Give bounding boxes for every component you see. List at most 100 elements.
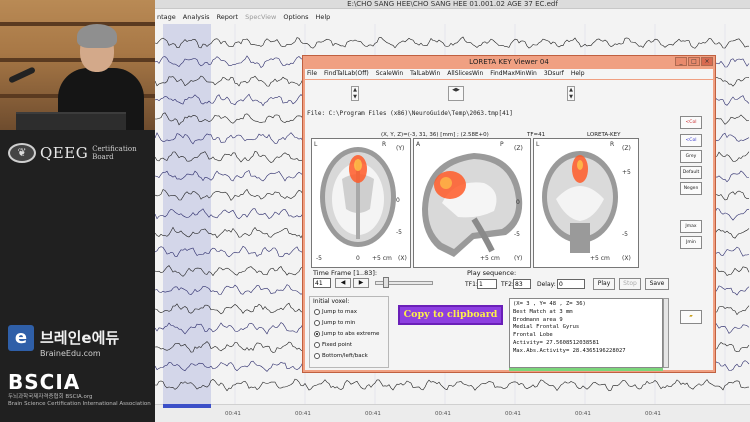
info-hscrollbar[interactable]	[509, 368, 663, 371]
loreta-menu-item[interactable]: 3Dsurf	[544, 69, 564, 79]
loreta-menu-item[interactable]: Help	[571, 69, 585, 79]
coronal-view[interactable]: L R (Z) +5 -5 +5 cm (X)	[533, 138, 639, 268]
loreta-menu-item[interactable]: TalLabWin	[410, 69, 440, 79]
tf1-input[interactable]: 1	[477, 279, 497, 289]
brainedu-e-icon: e	[8, 325, 34, 351]
sagittal-label-zero: 0	[516, 199, 520, 206]
brainedu-url: BraineEdu.com	[40, 349, 101, 358]
side-button[interactable]: Jmax	[680, 220, 702, 233]
eeg-menu-item[interactable]: SpecView	[245, 12, 276, 23]
info-line: Medial Frontal Gyrus	[513, 324, 580, 331]
coronal-label-x: (X)	[622, 255, 631, 262]
radio-label: Jump to min	[322, 320, 356, 326]
eeg-menu-item[interactable]: Analysis	[183, 12, 210, 23]
radio-label: Jump to max	[322, 309, 357, 315]
delay-input[interactable]: 0	[557, 279, 585, 289]
info-line: Frontal Lobe	[513, 332, 553, 339]
eeg-channel-trace	[155, 36, 749, 49]
axial-view[interactable]: L R (Y) 0 -5 -5 0 +5 cm (X)	[311, 138, 411, 268]
info-line: Activity= 27.5608512038581	[513, 339, 600, 346]
coronal-label-z: (Z)	[622, 145, 631, 152]
sagittal-label-a: A	[416, 141, 421, 148]
info-line: Brodmann area 9	[513, 316, 563, 323]
loreta-menu-item[interactable]: AllSlicesWin	[447, 69, 483, 79]
bscia-sub-en: Brain Science Certification Internationa…	[8, 401, 151, 407]
microphone-icon	[8, 66, 36, 84]
axial-label-scale: +5 cm	[372, 255, 392, 262]
brainedu-kr: 브레인e에듀	[40, 329, 120, 347]
radio-label: Jump to abs extreme	[322, 331, 380, 337]
minimize-button[interactable]: _	[675, 57, 687, 66]
sagittal-label-y: (Y)	[514, 255, 523, 262]
eeg-menu-item[interactable]: ntage	[157, 12, 176, 23]
sagittal-label-z: (Z)	[514, 145, 523, 152]
time-tick-label: 00:41	[365, 411, 381, 417]
speaker-video	[0, 0, 155, 130]
bscia-sub-kr: 두뇌과학국제자격증협회 BSCIA.org	[8, 394, 93, 400]
side-button[interactable]: <Col	[680, 116, 702, 129]
initial-voxel-radio[interactable]: Fixed point	[314, 342, 352, 348]
tf2-input[interactable]: 83	[513, 279, 531, 289]
time-frame-next-button[interactable]: ▶	[353, 278, 369, 288]
info-scrollbar[interactable]	[663, 298, 669, 368]
play-button[interactable]: Play	[593, 278, 615, 290]
speaker-hair	[77, 24, 117, 48]
side-button[interactable]: Negen	[680, 182, 702, 195]
folder-icon[interactable]: ▰	[680, 310, 702, 324]
scroll-spinner-left[interactable]: ▲ ▼	[351, 86, 359, 101]
side-button[interactable]: Jmin	[680, 236, 702, 249]
bookshelf-line	[0, 22, 155, 26]
loreta-menu-item[interactable]: FindTalLab(Off)	[324, 69, 369, 79]
sagittal-brain-image	[422, 153, 523, 257]
time-tick-label: 00:41	[295, 411, 311, 417]
stop-button[interactable]: Stop	[619, 278, 641, 290]
loreta-title: LORETA KEY Viewer 04	[303, 56, 715, 68]
eeg-menu-item[interactable]: Help	[315, 12, 330, 23]
eeg-menu-item[interactable]: Options	[283, 12, 308, 23]
scroll-spinner-center[interactable]: ◀▶	[448, 86, 464, 101]
initial-voxel-radio[interactable]: Jump to abs extreme	[314, 331, 379, 337]
close-button[interactable]: ×	[701, 57, 713, 66]
coronal-label-minus: -5	[622, 231, 628, 238]
maximize-button[interactable]: □	[688, 57, 700, 66]
qeeg-name: QEEG	[40, 144, 89, 162]
file-path: File: C:\Program Files (x86)\NeuroGuide\…	[307, 110, 513, 117]
axial-label-minus: -5	[396, 229, 402, 236]
copy-to-clipboard-button[interactable]: Copy to clipboard	[398, 305, 503, 325]
axial-label-zero-x: 0	[356, 255, 360, 262]
eeg-menubar: ntage Analysis Report SpecView Options Help	[155, 12, 750, 23]
initial-voxel-radio[interactable]: Jump to max	[314, 309, 357, 315]
sagittal-view[interactable]: A P (Z) 0 -5 +5 cm (Y)	[413, 138, 531, 268]
axial-label-y: (Y)	[396, 145, 405, 152]
time-frame-prev-button[interactable]: ◀	[335, 278, 351, 288]
loreta-body: ▲ ▼ ◀▶ ▲ ▼ File: C:\Program Files (x86)\Ne…	[305, 80, 713, 371]
eeg-menu-item[interactable]: Report	[217, 12, 239, 23]
sagittal-label-p: P	[500, 141, 504, 148]
brain-icon: ❦	[8, 143, 36, 163]
side-button[interactable]: Default	[680, 166, 702, 179]
time-frame-slider-thumb[interactable]	[383, 277, 389, 288]
coronal-label-r: R	[610, 141, 615, 148]
initial-voxel-radio[interactable]: Jump to min	[314, 320, 355, 326]
time-tick-label: 00:41	[575, 411, 591, 417]
scroll-spinner-right[interactable]: ▲ ▼	[567, 86, 575, 101]
loreta-menu-item[interactable]: FindMaxMinWin	[490, 69, 537, 79]
qeeg-logo: ❦ QEEG Certification Board	[8, 138, 153, 168]
side-button[interactable]: <Col	[680, 134, 702, 147]
time-frame-input[interactable]: 41	[313, 278, 331, 288]
save-button[interactable]: Save	[645, 278, 669, 290]
axial-label-minus-x: -5	[316, 255, 322, 262]
loreta-menu-item[interactable]: File	[307, 69, 317, 79]
loreta-menu-item[interactable]: ScaleWin	[376, 69, 403, 79]
info-line: (X= 3 , Y= 48 , Z= 36)	[513, 301, 586, 307]
side-button[interactable]: Grey	[680, 150, 702, 163]
initial-voxel-radio[interactable]: Bottom/left/back	[314, 353, 368, 359]
eeg-timebar: 00:41 00:41 00:41 00:41 00:41 00:41 00:41	[155, 404, 750, 422]
coronal-label-l: L	[536, 141, 540, 148]
eeg-scrollbar[interactable]	[163, 404, 211, 408]
laptop	[16, 112, 126, 130]
time-frame-label: Time Frame [1..83]:	[313, 269, 378, 277]
sagittal-label-minus: -5	[514, 231, 520, 238]
radio-dot-icon	[314, 309, 320, 315]
voxel-info-box: (X= 3 , Y= 48 , Z= 36) Best Match at 3 mm…	[509, 298, 663, 368]
